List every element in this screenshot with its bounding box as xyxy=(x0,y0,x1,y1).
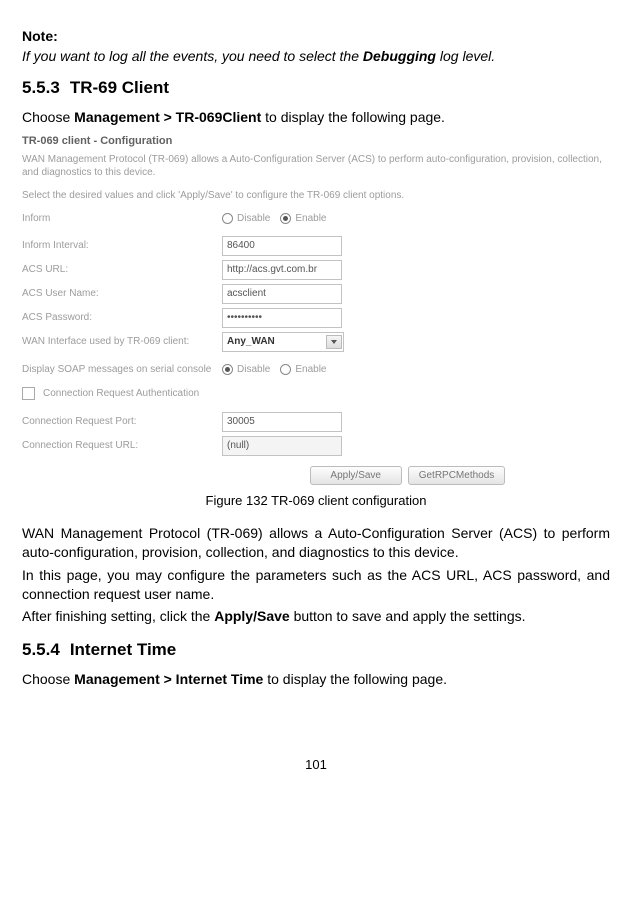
soap-enable-label: Enable xyxy=(295,364,326,375)
intro-553-before: Choose xyxy=(22,109,74,125)
acs-url-row: ACS URL: http://acs.gvt.com.br xyxy=(22,258,608,282)
inform-interval-input[interactable]: 86400 xyxy=(222,236,342,256)
note-text-before: If you want to log all the events, you n… xyxy=(22,48,363,64)
shot-description: WAN Management Protocol (TR-069) allows … xyxy=(22,153,608,186)
heading-553: 5.5.3 TR-69 Client xyxy=(22,78,610,98)
button-row: Apply/Save GetRPCMethods xyxy=(22,458,608,487)
conn-port-row: Connection Request Port: 30005 xyxy=(22,410,608,434)
wan-if-select[interactable]: Any_WAN xyxy=(222,332,344,352)
acs-pass-label: ACS Password: xyxy=(22,312,222,323)
inform-interval-label: Inform Interval: xyxy=(22,240,222,251)
inform-enable-radio[interactable]: Enable xyxy=(280,213,326,224)
para-2: In this page, you may configure the para… xyxy=(22,566,610,604)
inform-enable-label: Enable xyxy=(295,213,326,224)
inform-disable-label: Disable xyxy=(237,213,270,224)
intro-553-after: to display the following page. xyxy=(261,109,445,125)
soap-label: Display SOAP messages on serial console xyxy=(22,364,222,375)
wan-if-value: Any_WAN xyxy=(227,335,275,349)
acs-pass-row: ACS Password: •••••••••• xyxy=(22,306,608,330)
para-3-after: button to save and apply the settings. xyxy=(290,608,526,624)
para-3: After finishing setting, click the Apply… xyxy=(22,607,610,626)
intro-554-after: to display the following page. xyxy=(263,671,447,687)
heading-554-num: 5.5.4 xyxy=(22,640,60,660)
acs-user-row: ACS User Name: acsclient xyxy=(22,282,608,306)
acs-pass-input[interactable]: •••••••••• xyxy=(222,308,342,328)
note-label: Note: xyxy=(22,28,610,44)
heading-554-title: Internet Time xyxy=(70,640,176,659)
note-text: If you want to log all the events, you n… xyxy=(22,48,610,64)
para-3-bold: Apply/Save xyxy=(214,608,289,624)
figure-caption: Figure 132 TR-069 client configuration xyxy=(22,493,610,508)
get-rpc-methods-button[interactable]: GetRPCMethods xyxy=(408,466,506,485)
tr069-screenshot: TR-069 client - Configuration WAN Manage… xyxy=(22,131,608,487)
conn-url-label: Connection Request URL: xyxy=(22,440,222,451)
conn-port-label: Connection Request Port: xyxy=(22,416,222,427)
intro-553: Choose Management > TR-069Client to disp… xyxy=(22,108,610,127)
inform-disable-radio[interactable]: Disable xyxy=(222,213,270,224)
note-text-after: log level. xyxy=(436,48,495,64)
conn-url-row: Connection Request URL: (null) xyxy=(22,434,608,458)
conn-auth-row: Connection Request Authentication xyxy=(22,377,608,410)
acs-user-input[interactable]: acsclient xyxy=(222,284,342,304)
acs-url-input[interactable]: http://acs.gvt.com.br xyxy=(222,260,342,280)
soap-disable-radio[interactable]: Disable xyxy=(222,364,270,375)
wan-if-label: WAN Interface used by TR-069 client: xyxy=(22,336,222,347)
conn-auth-label: Connection Request Authentication xyxy=(43,388,199,399)
chevron-down-icon xyxy=(326,335,342,349)
intro-554-before: Choose xyxy=(22,671,74,687)
conn-auth-checkbox[interactable] xyxy=(22,387,35,400)
acs-user-label: ACS User Name: xyxy=(22,288,222,299)
para-1: WAN Management Protocol (TR-069) allows … xyxy=(22,524,610,562)
soap-enable-radio[interactable]: Enable xyxy=(280,364,326,375)
note-text-bold: Debugging xyxy=(363,48,436,64)
apply-save-button[interactable]: Apply/Save xyxy=(310,466,402,485)
page-number: 101 xyxy=(22,757,610,772)
soap-disable-label: Disable xyxy=(237,364,270,375)
inform-interval-row: Inform Interval: 86400 xyxy=(22,234,608,258)
intro-554-bold: Management > Internet Time xyxy=(74,671,263,687)
shot-instruction: Select the desired values and click 'App… xyxy=(22,186,608,211)
intro-553-bold: Management > TR-069Client xyxy=(74,109,261,125)
heading-553-title: TR-69 Client xyxy=(70,78,169,97)
inform-label: Inform xyxy=(22,213,222,224)
wan-if-row: WAN Interface used by TR-069 client: Any… xyxy=(22,330,608,354)
para-3-before: After finishing setting, click the xyxy=(22,608,214,624)
intro-554: Choose Management > Internet Time to dis… xyxy=(22,670,610,689)
conn-url-input[interactable]: (null) xyxy=(222,436,342,456)
inform-row: Inform Disable Enable xyxy=(22,211,608,226)
conn-port-input[interactable]: 30005 xyxy=(222,412,342,432)
acs-url-label: ACS URL: xyxy=(22,264,222,275)
heading-554: 5.5.4 Internet Time xyxy=(22,640,610,660)
soap-row: Display SOAP messages on serial console … xyxy=(22,362,608,377)
shot-title: TR-069 client - Configuration xyxy=(22,131,608,153)
heading-553-num: 5.5.3 xyxy=(22,78,60,98)
